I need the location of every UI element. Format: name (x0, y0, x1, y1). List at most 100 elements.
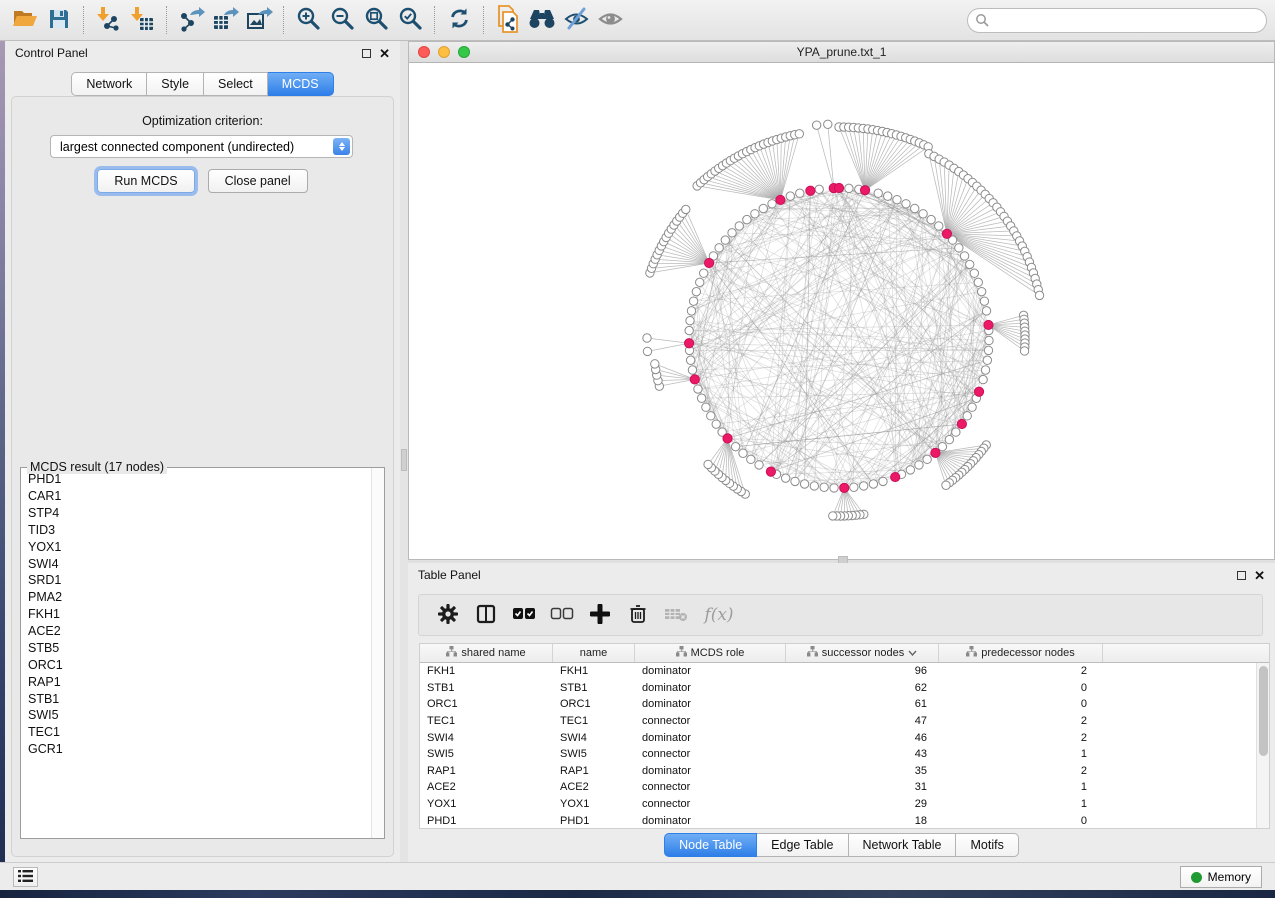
node-table-header: shared name name MCDS role successor nod… (420, 644, 1269, 663)
deselect-all-button[interactable] (543, 597, 581, 633)
mcds-result-item[interactable]: CAR1 (21, 488, 370, 505)
mcds-result-item[interactable]: RAP1 (21, 674, 370, 691)
network-titlebar[interactable]: YPA_prune.txt_1 (409, 42, 1274, 63)
column-header-successor-nodes[interactable]: successor nodes (786, 644, 939, 662)
show-panel-list-button[interactable] (13, 867, 38, 887)
mcds-result-item[interactable]: ACE2 (21, 623, 370, 640)
delete-column-button[interactable] (619, 597, 657, 633)
zoom-in-button[interactable] (291, 4, 325, 36)
tab-network-table[interactable]: Network Table (849, 833, 957, 857)
column-header-mcds-role[interactable]: MCDS role (635, 644, 786, 662)
table-row[interactable]: SWI5SWI5connector431 (420, 746, 1269, 763)
search-network-button[interactable] (525, 4, 559, 36)
network-window: YPA_prune.txt_1 (408, 41, 1275, 560)
scrollbar-thumb[interactable] (1259, 666, 1268, 756)
table-row[interactable]: YOX1YOX1connector291 (420, 796, 1269, 813)
tab-style[interactable]: Style (147, 72, 204, 96)
add-column-button[interactable] (581, 597, 619, 633)
tab-motifs[interactable]: Motifs (956, 833, 1018, 857)
network-canvas[interactable] (409, 63, 1274, 559)
table-row[interactable]: ACE2ACE2connector311 (420, 779, 1269, 796)
close-window-icon[interactable] (418, 46, 430, 58)
close-panel-icon[interactable]: ✕ (379, 49, 390, 58)
optimization-select[interactable]: largest connected component (undirected) (50, 135, 353, 158)
mcds-result-item[interactable]: STP4 (21, 505, 370, 522)
mcds-result-item[interactable]: STB1 (21, 690, 370, 707)
table-row[interactable]: PHD1PHD1dominator180 (420, 812, 1269, 829)
mcds-result-item[interactable]: YOX1 (21, 539, 370, 556)
tab-edge-table[interactable]: Edge Table (757, 833, 848, 857)
splitter-grip[interactable] (401, 449, 407, 471)
close-panel-icon[interactable]: ✕ (1254, 571, 1265, 580)
select-all-button[interactable] (505, 597, 543, 633)
column-header-shared-name[interactable]: shared name (420, 644, 553, 662)
binoculars-icon (527, 7, 557, 34)
attribute-icon (446, 646, 457, 660)
table-row[interactable]: SWI4SWI4dominator462 (420, 729, 1269, 746)
zoom-fit-button[interactable] (359, 4, 393, 36)
table-row[interactable]: RAP1RAP1dominator352 (420, 763, 1269, 780)
tab-select[interactable]: Select (204, 72, 268, 96)
mcds-result-item[interactable]: SWI5 (21, 707, 370, 724)
table-row[interactable]: STB1STB1dominator620 (420, 680, 1269, 697)
zoom-in-icon (296, 6, 321, 34)
zoom-out-icon (330, 6, 355, 34)
table-scrollbar[interactable] (1256, 663, 1269, 828)
open-folder-icon (12, 7, 39, 34)
import-table-button[interactable] (125, 4, 159, 36)
tab-node-table[interactable]: Node Table (664, 833, 757, 857)
run-mcds-button[interactable]: Run MCDS (97, 169, 194, 193)
refresh-button[interactable] (442, 4, 476, 36)
table-row[interactable]: FKH1FKH1dominator962 (420, 663, 1269, 680)
zoom-selected-button[interactable] (393, 4, 427, 36)
table-row[interactable]: TEC1TEC1connector472 (420, 713, 1269, 730)
column-header-predecessor-nodes[interactable]: predecessor nodes (939, 644, 1103, 662)
float-panel-icon[interactable] (1237, 571, 1246, 580)
mcds-result-item[interactable]: ORC1 (21, 657, 370, 674)
deselect-all-icon (550, 607, 574, 624)
mcds-result-item[interactable]: FKH1 (21, 606, 370, 623)
save-session-button[interactable] (42, 4, 76, 36)
mcds-result-item[interactable]: GCR1 (21, 741, 370, 758)
gear-icon (438, 604, 458, 627)
table-settings-button[interactable] (429, 597, 467, 633)
show-hidden-button[interactable] (593, 4, 627, 36)
mcds-panel: Optimization criterion: largest connecte… (11, 96, 394, 857)
hide-selected-button[interactable] (559, 4, 593, 36)
select-all-icon (512, 607, 536, 624)
vertical-splitter[interactable] (400, 41, 408, 862)
export-image-button[interactable] (242, 4, 276, 36)
mcds-result-item[interactable]: SRD1 (21, 572, 370, 589)
maximize-window-icon[interactable] (458, 46, 470, 58)
table-delete-icon (664, 606, 688, 625)
mcds-result-item[interactable]: TEC1 (21, 724, 370, 741)
tab-mcds[interactable]: MCDS (268, 72, 334, 96)
minimize-window-icon[interactable] (438, 46, 450, 58)
mcds-result-item[interactable]: STB5 (21, 640, 370, 657)
clone-network-button[interactable] (491, 4, 525, 36)
mcds-result-box: MCDS result (17 nodes) PHD1CAR1STP4TID3Y… (20, 467, 385, 839)
tab-network[interactable]: Network (71, 72, 147, 96)
import-network-button[interactable] (91, 4, 125, 36)
float-panel-icon[interactable] (362, 49, 371, 58)
mcds-result-item[interactable]: PHD1 (21, 471, 370, 488)
column-header-name[interactable]: name (553, 644, 635, 662)
mcds-result-item[interactable]: SWI4 (21, 555, 370, 572)
node-table-body[interactable]: FKH1FKH1dominator962STB1STB1dominator620… (420, 663, 1269, 829)
toolbar-separator (434, 6, 435, 34)
column-layout-button[interactable] (467, 597, 505, 633)
mcds-result-scrollbar[interactable] (371, 468, 384, 838)
search-input[interactable] (967, 8, 1267, 33)
memory-button[interactable]: Memory (1180, 866, 1262, 888)
open-file-button[interactable] (8, 4, 42, 36)
export-table-button[interactable] (208, 4, 242, 36)
export-table-icon (212, 6, 239, 35)
zoom-out-button[interactable] (325, 4, 359, 36)
mcds-result-item[interactable]: TID3 (21, 522, 370, 539)
close-panel-button[interactable]: Close panel (208, 169, 308, 193)
export-network-button[interactable] (174, 4, 208, 36)
mcds-result-item[interactable]: PMA2 (21, 589, 370, 606)
optimization-label: Optimization criterion: (12, 114, 393, 128)
table-row[interactable]: ORC1ORC1dominator610 (420, 696, 1269, 713)
mcds-result-list[interactable]: PHD1CAR1STP4TID3YOX1SWI4SRD1PMA2FKH1ACE2… (21, 471, 370, 838)
